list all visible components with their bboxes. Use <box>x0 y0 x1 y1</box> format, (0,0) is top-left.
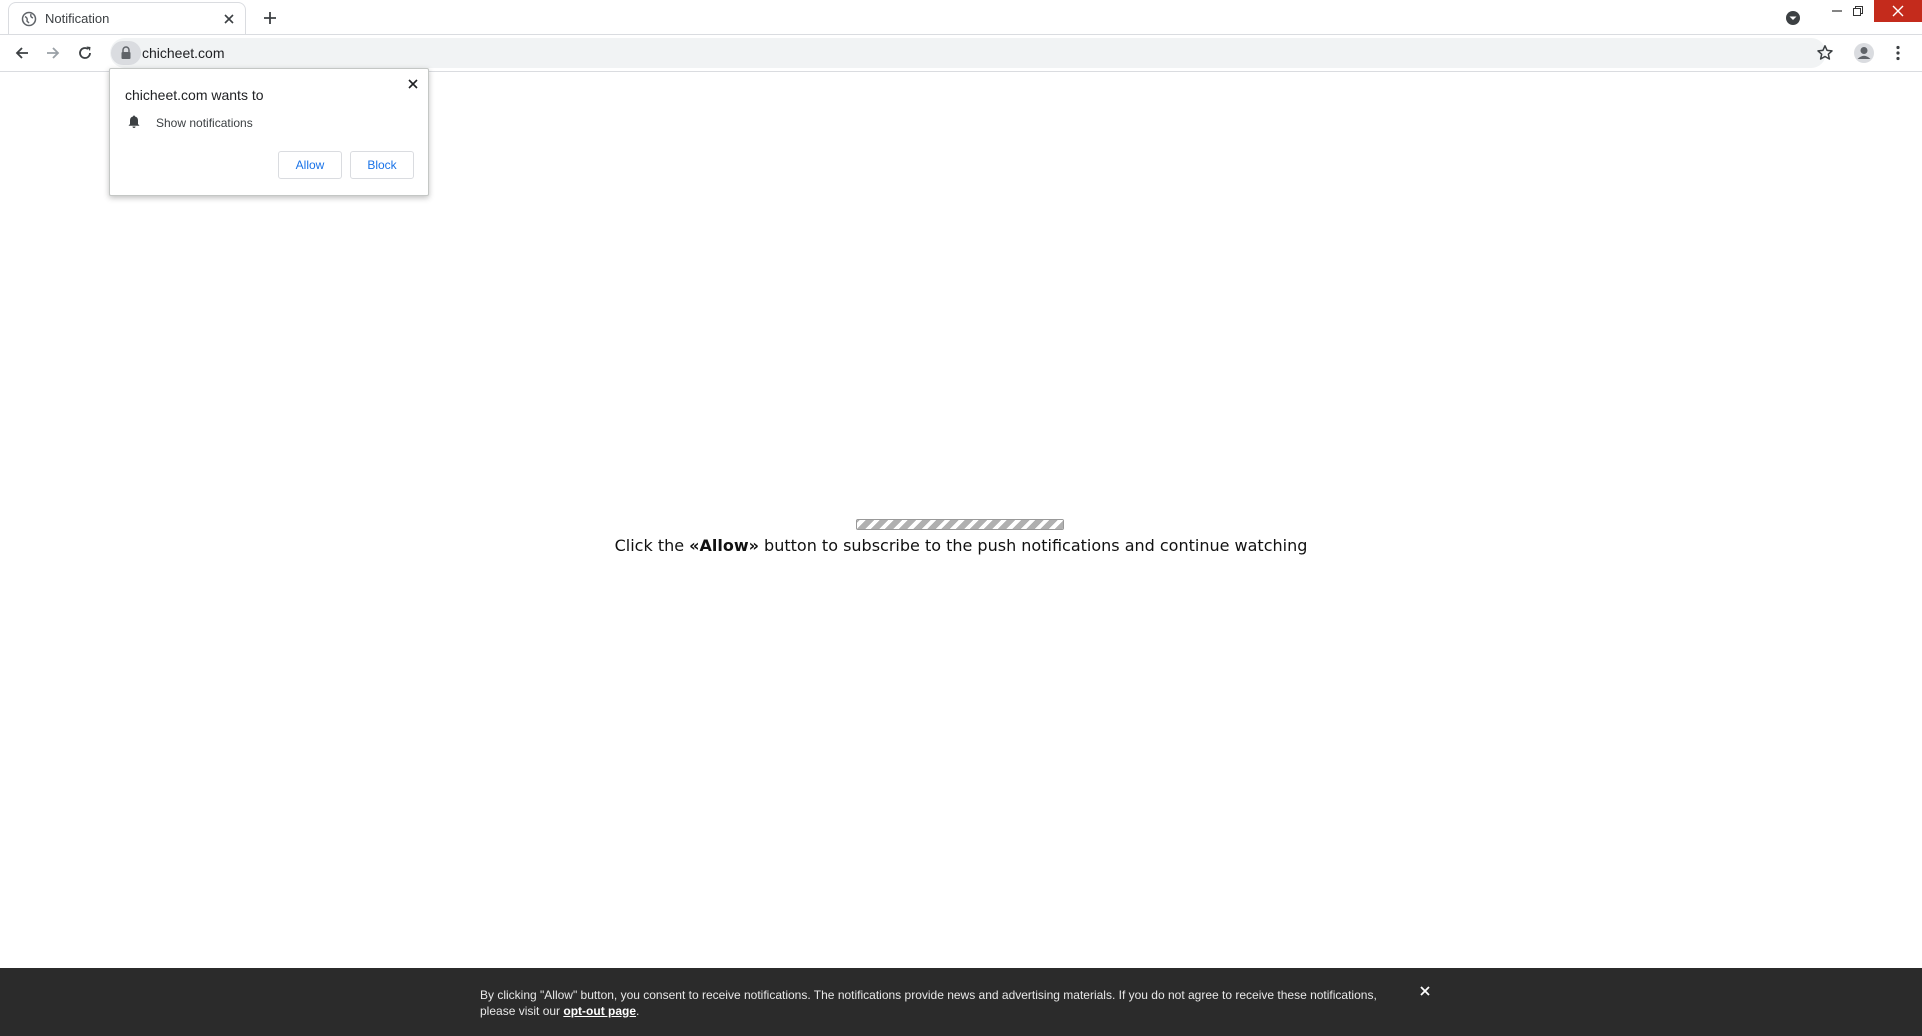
block-button[interactable]: Block <box>350 151 414 179</box>
arrow-left-icon[interactable] <box>12 43 32 63</box>
star-icon[interactable] <box>1815 43 1835 63</box>
notification-permission-popup: chicheet.com wants to Show notifications… <box>109 68 429 196</box>
address-bar[interactable]: chicheet.com <box>110 38 1826 68</box>
consent-end: . <box>636 1004 640 1018</box>
instruction-allow-word: «Allow» <box>689 536 759 555</box>
url-text[interactable]: chicheet.com <box>142 45 224 61</box>
progress-fill <box>857 520 1063 529</box>
permission-label: Show notifications <box>156 116 253 130</box>
close-icon[interactable] <box>1416 982 1434 1000</box>
subscribe-instruction: Click the «Allow» button to subscribe to… <box>0 536 1922 555</box>
lock-icon[interactable] <box>111 41 141 65</box>
chevron-down-circle-icon[interactable] <box>1783 8 1803 28</box>
globe-icon <box>21 11 37 27</box>
instruction-suffix: button to subscribe to the push notifica… <box>758 536 1308 555</box>
loading-progress-bar <box>856 519 1064 530</box>
avatar-icon[interactable] <box>1853 42 1875 64</box>
reload-icon[interactable] <box>75 43 95 63</box>
browser-tab[interactable]: Notification <box>8 2 246 34</box>
window-close-icon[interactable] <box>1874 0 1922 22</box>
instruction-prefix: Click the <box>614 536 690 555</box>
close-icon[interactable] <box>221 11 237 27</box>
tab-strip: Notification <box>0 0 1922 35</box>
bell-icon <box>126 114 142 130</box>
tab-title: Notification <box>45 11 110 26</box>
plus-icon[interactable] <box>260 8 280 28</box>
allow-button[interactable]: Allow <box>278 151 342 179</box>
restore-icon[interactable] <box>1841 0 1875 22</box>
browser-toolbar: chicheet.com <box>0 35 1922 72</box>
close-icon[interactable] <box>404 75 422 93</box>
opt-out-link[interactable]: opt-out page <box>563 1004 636 1018</box>
arrow-right-icon[interactable] <box>43 43 63 63</box>
consent-bar: By clicking "Allow" button, you consent … <box>0 968 1922 1036</box>
popup-title: chicheet.com wants to <box>125 87 264 103</box>
consent-text: By clicking "Allow" button, you consent … <box>480 987 1400 1019</box>
kebab-icon[interactable] <box>1888 43 1908 63</box>
